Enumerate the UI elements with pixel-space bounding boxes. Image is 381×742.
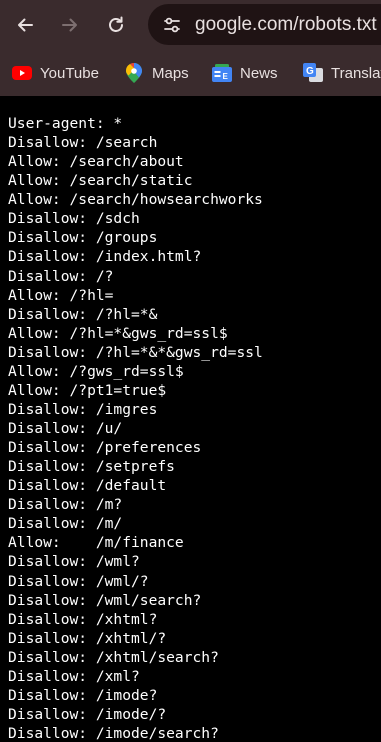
bookmark-label: News — [240, 64, 278, 82]
bookmark-label: YouTube — [40, 64, 99, 82]
robots-line: Disallow: /setprefs — [8, 458, 175, 476]
page-content: User-agent: * Disallow: /search Allow: /… — [0, 96, 381, 742]
robots-line: Disallow: /imode? — [8, 686, 158, 704]
robots-line: Disallow: /m/ — [8, 515, 123, 533]
robots-line: Allow: /?hl= — [8, 286, 114, 304]
robots-line: Disallow: /xhtml? — [8, 610, 158, 628]
robots-line: User-agent: * — [8, 115, 123, 132]
robots-line: Disallow: /wml/? — [8, 572, 149, 590]
google-news-icon: E — [212, 63, 232, 83]
robots-line: Allow: /?pt1=true$ — [8, 381, 167, 399]
address-bar[interactable]: google.com/robots.txt — [148, 4, 381, 45]
robots-line: Allow: /?hl=*&gws_rd=ssl$ — [8, 324, 228, 342]
robots-line: Disallow: /xhtml/search? — [8, 648, 219, 666]
bookmark-label: Maps — [152, 64, 189, 82]
url-text[interactable]: google.com/robots.txt — [195, 14, 377, 36]
robots-line: Allow: /search/static — [8, 172, 193, 190]
robots-line: Disallow: /u/ — [8, 420, 123, 437]
bookmarks-bar: YouTube Maps E News G Transla — [0, 50, 381, 96]
robots-line: Allow: /?gws_rd=ssl$ — [8, 362, 184, 380]
robots-line: Disallow: /imode/search? — [8, 725, 219, 742]
reload-icon[interactable] — [99, 8, 133, 42]
google-translate-icon: G — [303, 63, 323, 83]
robots-line: Disallow: /imode/? — [8, 705, 167, 723]
bookmark-youtube[interactable]: YouTube — [12, 62, 99, 84]
robots-line: Disallow: /groups — [8, 229, 158, 247]
svg-text:E: E — [223, 72, 229, 81]
tune-icon[interactable] — [158, 11, 185, 38]
robots-line: Disallow: /imgres — [8, 400, 158, 418]
robots-line: Disallow: /m? — [8, 496, 123, 514]
arrow-left-icon[interactable] — [8, 8, 42, 42]
robots-line: Allow: /search/about — [8, 153, 184, 171]
robots-line: Disallow: /?hl=*&*&gws_rd=ssl — [8, 343, 263, 361]
robots-line: Disallow: /search — [8, 134, 158, 152]
browser-toolbar: google.com/robots.txt — [0, 0, 381, 50]
robots-line: Disallow: /preferences — [8, 439, 202, 457]
robots-line: Allow: /search/howsearchworks — [8, 191, 263, 209]
svg-text:G: G — [306, 66, 314, 77]
robots-txt-text: User-agent: * Disallow: /search Allow: /… — [0, 96, 381, 742]
youtube-icon — [12, 63, 32, 83]
robots-line: Disallow: /sdch — [8, 210, 140, 228]
bookmark-news[interactable]: E News — [212, 62, 278, 84]
robots-line: Disallow: /index.html? — [8, 248, 202, 266]
robots-line: Disallow: /xml? — [8, 667, 140, 685]
bookmark-translate[interactable]: G Translate — [303, 62, 381, 84]
robots-line: Disallow: /default — [8, 477, 167, 495]
bookmark-maps[interactable]: Maps — [124, 62, 189, 84]
robots-line: Disallow: /?hl=*& — [8, 305, 158, 323]
arrow-right-icon[interactable] — [53, 8, 87, 42]
robots-line: Disallow: /wml/search? — [8, 591, 202, 609]
maps-pin-icon — [124, 63, 144, 83]
robots-line: Disallow: /? — [8, 267, 114, 285]
robots-line: Disallow: /xhtml/? — [8, 629, 167, 647]
robots-line: Allow: /m/finance — [8, 534, 184, 552]
bookmark-label: Translate — [331, 64, 381, 82]
robots-line: Disallow: /wml? — [8, 553, 140, 571]
